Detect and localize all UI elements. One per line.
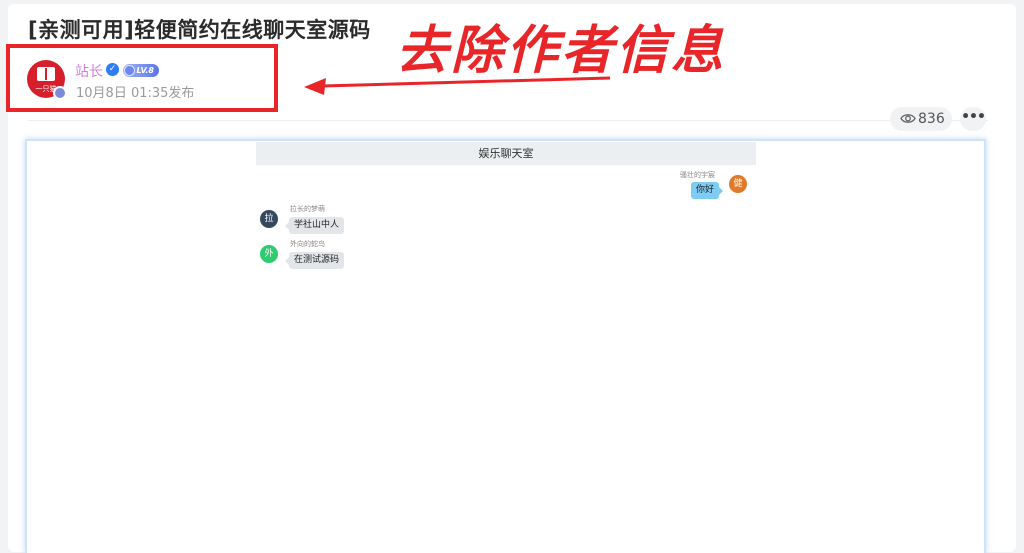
publish-time: 10月8日 01:35发布 [76, 86, 195, 101]
views-count: 836 [918, 111, 945, 127]
sender-name: 拉长的梦萌 [290, 205, 325, 213]
divider [28, 120, 988, 121]
views-counter: 836 [890, 107, 952, 131]
chat-avatar[interactable]: 外 [260, 245, 278, 263]
author-name[interactable]: 站长 [75, 61, 103, 81]
book-icon [37, 67, 55, 81]
chat-preview-frame [25, 139, 986, 553]
chat-room-title: 娱乐聊天室 [256, 142, 756, 165]
message-bubble: 在测试源码 [284, 252, 345, 269]
message-bubble: 你好 [691, 182, 724, 199]
verified-icon: ✓ [106, 63, 119, 76]
avatar-char: 健 [733, 179, 743, 189]
more-button[interactable]: ••• [960, 107, 986, 131]
sender-name: 外向的蛇鸟 [290, 240, 325, 248]
eye-icon [900, 114, 916, 123]
sender-name: 骚壮的宇宸 [680, 171, 715, 179]
avatar-char: 拉 [264, 214, 274, 224]
annotation-arrow [304, 76, 611, 95]
avatar-badge-icon [53, 86, 67, 100]
message-bubble: 学社山中人 [284, 217, 345, 234]
post-title: [亲测可用]轻便简约在线聊天室源码 [28, 18, 371, 42]
chat-avatar[interactable]: 健 [729, 175, 747, 193]
avatar-char: 外 [264, 249, 274, 259]
level-badge: LV.8 [123, 64, 159, 77]
chat-avatar[interactable]: 拉 [260, 210, 278, 228]
